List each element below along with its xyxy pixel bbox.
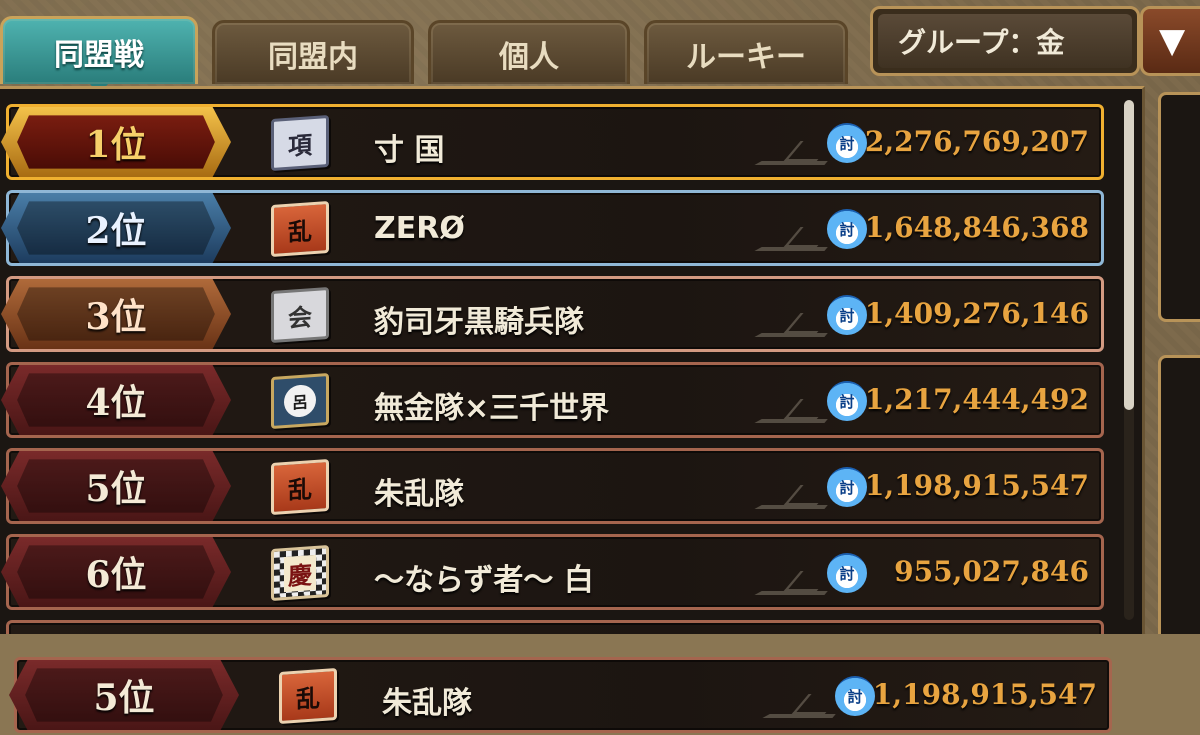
score-value: 1,409,276,146 [864,297,1089,330]
rank-badge: 6位 [1,537,231,607]
score-value: 1,198,915,547 [864,469,1089,502]
blue-fire-icon: 討 [827,123,867,163]
flag-char: 慶 [284,554,316,592]
score-value: 1,217,444,492 [864,383,1089,416]
scroll-thumb[interactable] [1124,100,1134,410]
ranking-row[interactable]: 5位 乱 朱乱隊 討 1,198,915,547 [1,448,1104,524]
blue-fire-icon: 討 [827,209,867,249]
tab-label: 個人 [499,39,559,75]
flag-char: 乱 [296,682,320,714]
flag-char: 乱 [288,215,312,247]
blue-fire-icon: 討 [827,467,867,507]
rank-text: 4位 [17,373,215,427]
flag-char: 項 [288,129,312,161]
alliance-flag-icon: 会 [271,286,329,344]
alliance-name: 〜ならず者〜 白 [374,563,594,598]
ranking-row[interactable]: 6位 慶 〜ならず者〜 白 討 955,027,846 [1,534,1104,610]
blue-fire-icon: 討 [827,295,867,335]
rank-text: 5位 [25,668,223,722]
flag-char: 呂 [284,383,316,419]
ranking-row[interactable]: 4位 呂 無金隊×三千世界 討 1,217,444,492 [1,362,1104,438]
alliance-flag-icon: 呂 [271,372,329,430]
rank-badge: 3位 [1,279,231,349]
rank-text: 6位 [17,545,215,599]
tab-label: 同盟戦 [54,37,144,73]
chevron-down-icon: ▼ [1159,21,1186,61]
flag-char: 乱 [288,473,312,505]
score-value: 1,198,915,547 [872,678,1097,711]
group-selector[interactable]: グループ：金 [870,6,1140,76]
my-alliance-row[interactable]: 5位 乱 朱乱隊 討 1,198,915,547 [9,657,1112,733]
group-dropdown-button[interactable]: ▼ [1140,6,1200,76]
tab-label: ルーキー [686,39,806,75]
tab-alliance-battle[interactable]: 同盟戦 [0,16,198,94]
alliance-name: 無金隊×三千世界 [374,391,610,426]
alliance-flag-icon: 乱 [271,458,329,516]
tab-rookie[interactable]: ルーキー [644,20,848,84]
tab-bar: 同盟戦 同盟内 個人 ルーキー [0,16,860,94]
group-label: グループ：金 [878,14,1132,68]
blue-fire-icon: 討 [827,381,867,421]
list-scrollbar[interactable] [1124,100,1134,620]
alliance-name: 寸 国 [374,133,445,168]
rank-text: 1位 [17,115,215,169]
alliance-flag-icon: 慶 [271,544,329,602]
tab-individual[interactable]: 個人 [428,20,630,84]
rank-badge: 5位 [1,451,231,521]
rank-badge: 1位 [1,107,231,177]
rank-badge: 4位 [1,365,231,435]
alliance-name: 朱乱隊 [374,477,464,512]
alliance-name: 豹司牙黒騎兵隊 [374,305,584,340]
score-value: 1,648,846,368 [864,211,1089,244]
side-panel-top [1158,92,1200,322]
alliance-flag-icon: 項 [271,114,329,172]
alliance-name: ZERØ [374,211,465,246]
rank-badge: 2位 [1,193,231,263]
rank-text: 5位 [17,459,215,513]
alliance-flag-icon: 乱 [279,667,337,725]
alliance-name: 朱乱隊 [382,686,472,721]
rank-text: 3位 [17,287,215,341]
rank-text: 2位 [17,201,215,255]
rank-badge: 5位 [9,660,239,730]
flag-char: 会 [288,301,312,333]
ranking-list[interactable]: 1位 項 寸 国 討 2,276,769,207 2位 乱 ZERØ 討 1,6… [0,86,1145,634]
tab-label: 同盟内 [268,39,358,75]
ranking-row[interactable]: 1位 項 寸 国 討 2,276,769,207 [1,104,1104,180]
ranking-row[interactable]: 2位 乱 ZERØ 討 1,648,846,368 [1,190,1104,266]
blue-fire-icon: 討 [835,676,875,716]
ranking-row[interactable]: 3位 会 豹司牙黒騎兵隊 討 1,409,276,146 [1,276,1104,352]
blue-fire-icon: 討 [827,553,867,593]
score-value: 955,027,846 [894,555,1089,588]
score-value: 2,276,769,207 [864,125,1089,158]
ranking-row-partial[interactable] [6,620,1104,634]
tab-within-alliance[interactable]: 同盟内 [212,20,414,84]
alliance-flag-icon: 乱 [271,200,329,258]
